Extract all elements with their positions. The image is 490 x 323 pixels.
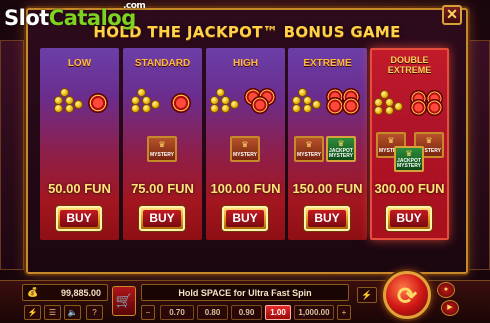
option-label-line-2: EXTREME: [387, 65, 432, 75]
game-screen: SlotCatalog .com HOLD THE JACKPOT™ BONUS…: [0, 0, 490, 323]
jackpot-mystery-symbol-icon: ♛ JACKPOT MYSTERY: [394, 146, 424, 172]
bet-option[interactable]: 0.80: [197, 305, 228, 320]
bet-decrease-button[interactable]: −: [141, 305, 155, 320]
reel-background-left: [0, 40, 24, 270]
bet-option[interactable]: 0.90: [231, 305, 262, 320]
autoplay-settings-icon[interactable]: ▶: [441, 300, 459, 316]
watermark-logo: SlotCatalog .com: [4, 1, 146, 30]
bonus-option-standard: STANDARD ♛ MYSTERY 75.00 FUN BUY: [123, 48, 202, 240]
buy-button-standard[interactable]: BUY: [139, 206, 185, 231]
option-price: 75.00 FUN: [131, 181, 194, 196]
mystery-text: MYSTERY: [297, 152, 321, 158]
buy-bonus-cart-button[interactable]: 🛒: [112, 286, 136, 316]
spin-arrows-icon: ⟳: [396, 283, 418, 310]
option-label: LOW: [67, 58, 92, 69]
coin-symbols: [288, 88, 367, 115]
menu-icon[interactable]: ☰: [44, 305, 61, 320]
bonus-option-double-extreme: DOUBLE EXTREME ♛ MYSTERY ♛ MYSTERY ♛ JACKP…: [370, 48, 449, 240]
option-label: STANDARD: [134, 58, 191, 69]
watermark-slot-text: Slot: [4, 6, 49, 30]
bet-option[interactable]: 0.70: [160, 305, 194, 320]
buy-label: BUY: [60, 210, 98, 227]
mystery-text: MYSTERY: [233, 152, 257, 158]
speed-icon[interactable]: ⚡: [24, 305, 41, 320]
bonus-option-extreme: EXTREME ♛ MYSTERY ♛ JACKPOT MYSTERY 150.00…: [288, 48, 367, 240]
bet-increase-button[interactable]: +: [337, 305, 351, 320]
red-coin-icon: [171, 93, 191, 113]
bonus-option-low: LOW 50.00 FUN BUY: [40, 48, 119, 240]
buy-button-low[interactable]: BUY: [56, 206, 102, 231]
buy-label: BUY: [308, 210, 346, 227]
close-button[interactable]: ✕: [442, 5, 462, 25]
buy-label: BUY: [390, 210, 428, 227]
autoplay-icon[interactable]: ●: [437, 282, 455, 298]
buy-button-double-extreme[interactable]: BUY: [386, 206, 432, 231]
option-price: 50.00 FUN: [48, 181, 111, 196]
option-label: HIGH: [233, 58, 258, 69]
red-coin-icon: [410, 99, 427, 116]
bonus-option-high: HIGH ♛ MYSTERY 100.00 FUN BUY: [206, 48, 285, 240]
mystery-symbol-icon: ♛ MYSTERY: [147, 136, 177, 162]
coin-symbols: [123, 88, 202, 114]
spin-button[interactable]: ⟳: [383, 271, 431, 319]
spin-hint-text: Hold SPACE for Ultra Fast Spin: [178, 288, 312, 298]
jackpot-mystery-text: MYSTERY: [329, 153, 353, 159]
help-button[interactable]: ?: [86, 305, 103, 320]
coin-symbols: [40, 88, 119, 114]
bet-option-active[interactable]: 1.00: [265, 305, 291, 320]
option-price: 150.00 FUN: [292, 181, 363, 196]
mystery-symbol-icon: ♛ MYSTERY: [294, 136, 324, 162]
wallet-icon: 💰: [27, 287, 39, 297]
jackpot-mystery-text: MYSTERY: [397, 163, 421, 169]
red-coin-icon: [88, 93, 108, 113]
bet-option[interactable]: 1,000.00: [294, 305, 334, 320]
coin-symbols: [206, 88, 285, 114]
gold-coin-pile-icon: [292, 88, 322, 114]
jackpot-mystery-symbol-icon: ♛ JACKPOT MYSTERY: [326, 136, 356, 162]
option-price: 300.00 FUN: [374, 181, 445, 196]
turbo-icon[interactable]: ⚡: [357, 287, 377, 303]
gold-coin-pile-icon: [374, 90, 404, 116]
buy-label: BUY: [226, 210, 264, 227]
buy-button-extreme[interactable]: BUY: [304, 206, 350, 231]
gold-coin-pile-icon: [131, 88, 161, 114]
balance-value: 99,885.00: [60, 288, 101, 298]
red-coin-icon: [342, 97, 360, 115]
buy-label: BUY: [143, 210, 181, 227]
coin-symbols: [372, 90, 447, 116]
spin-hint-box: Hold SPACE for Ultra Fast Spin: [141, 284, 349, 301]
gold-coin-pile-icon: [54, 88, 84, 114]
red-coin-icon: [426, 99, 443, 116]
buy-button-high[interactable]: BUY: [222, 206, 268, 231]
sound-icon[interactable]: 🔈: [64, 305, 81, 320]
option-label: EXTREME: [303, 58, 352, 69]
option-label-line-1: DOUBLE: [390, 55, 429, 65]
balance-display: 💰 99,885.00: [22, 284, 108, 301]
red-coin-icon: [251, 96, 269, 114]
watermark-com-text: .com: [123, 1, 146, 11]
mystery-symbol-icon: ♛ MYSTERY: [230, 136, 260, 162]
option-label: DOUBLE EXTREME: [372, 55, 447, 75]
gold-coin-pile-icon: [210, 88, 240, 114]
reel-background-right: [468, 40, 490, 270]
mystery-text: MYSTERY: [150, 152, 174, 158]
option-price: 100.00 FUN: [210, 181, 281, 196]
